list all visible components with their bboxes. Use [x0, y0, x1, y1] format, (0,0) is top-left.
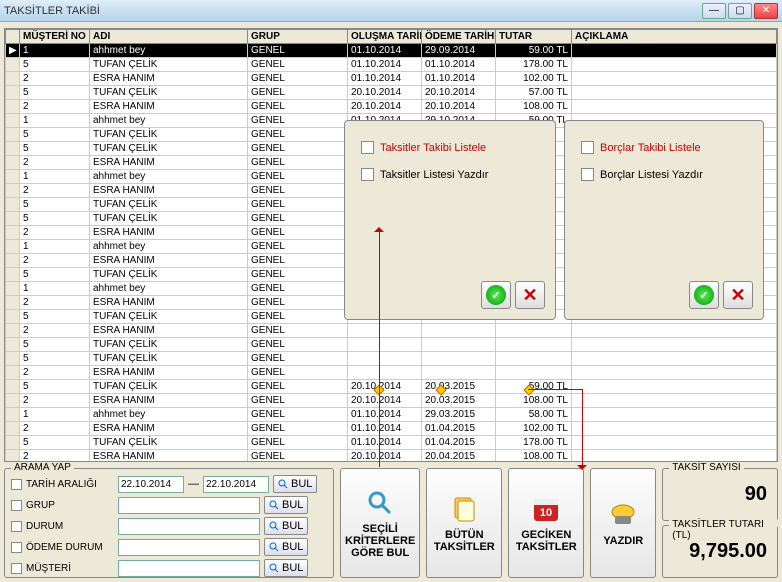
close-button[interactable]: ✕: [754, 3, 778, 19]
date-from-input[interactable]: [118, 476, 184, 493]
total-label: TAKSİTLER TUTARI (TL): [669, 519, 777, 541]
taksit-sayisi-box: TAKSİT SAYISI 90: [662, 468, 778, 521]
minimize-button[interactable]: —: [702, 3, 726, 19]
secili-kriter-button[interactable]: SEÇİLİ KRİTERLERE GÖRE BUL: [340, 468, 420, 578]
durum-label: DURUM: [26, 521, 114, 532]
documents-icon: [448, 493, 480, 525]
bul-durum-button[interactable]: BUL: [264, 517, 308, 535]
print-taksit-dialog: Taksitler Takibi Listele Taksitler Liste…: [344, 120, 556, 320]
date-to-input[interactable]: [203, 476, 269, 493]
odeme-label: ÖDEME DURUM: [26, 542, 114, 553]
titlebar: TAKSİTLER TAKİBİ — ▢ ✕: [0, 0, 782, 22]
search-panel: ARAMA YAP TARİH ARALIĞI — BUL GRUP BUL D…: [4, 468, 334, 578]
col-header[interactable]: TUTAR: [496, 30, 572, 44]
option-borc-yazdir[interactable]: Borçlar Listesi Yazdır: [581, 168, 747, 181]
table-row[interactable]: 5TUFAN ÇELİKGENEL20.10.201420.10.201457.…: [6, 86, 777, 100]
total-value: 9,795.00: [689, 540, 767, 563]
annotation-arrow-icon: [374, 222, 384, 232]
butun-taksitler-button[interactable]: BÜTÜN TAKSİTLER: [426, 468, 502, 578]
table-row[interactable]: 5TUFAN ÇELİKGENEL: [6, 338, 777, 352]
window-title: TAKSİTLER TAKİBİ: [4, 5, 702, 17]
ok-button[interactable]: ✓: [481, 281, 511, 309]
search-panel-title: ARAMA YAP: [11, 462, 74, 473]
count-value: 90: [745, 483, 767, 506]
option-taksit-listele[interactable]: Taksitler Takibi Listele: [361, 141, 539, 154]
table-row[interactable]: 2ESRA HANIMGENEL01.10.201401.04.2015102.…: [6, 422, 777, 436]
taksit-tutari-box: TAKSİTLER TUTARI (TL) 9,795.00: [662, 525, 778, 578]
table-row[interactable]: 5TUFAN ÇELİKGENEL01.10.201401.04.2015178…: [6, 436, 777, 450]
table-row[interactable]: ▶1ahhmet beyGENEL01.10.201429.09.201459.…: [6, 44, 777, 58]
geciken-taksitler-button[interactable]: 10 GECİKEN TAKSİTLER: [508, 468, 584, 578]
table-row[interactable]: 2ESRA HANIMGENEL: [6, 366, 777, 380]
col-header[interactable]: MÜŞTERİ NO: [20, 30, 90, 44]
calendar-icon: 10: [530, 493, 562, 525]
table-row[interactable]: 2ESRA HANIMGENEL: [6, 324, 777, 338]
col-header[interactable]: OLUŞMA TARİHİ: [348, 30, 422, 44]
search-icon: [269, 563, 279, 573]
grup-label: GRUP: [26, 500, 114, 511]
search-icon: [269, 521, 279, 531]
table-row[interactable]: 5TUFAN ÇELİKGENEL: [6, 352, 777, 366]
checkbox-durum[interactable]: [11, 521, 22, 532]
yazdir-button[interactable]: YAZDIR: [590, 468, 656, 578]
search-icon: [269, 500, 279, 510]
grup-combo[interactable]: [118, 497, 260, 514]
table-row[interactable]: 5TUFAN ÇELİKGENEL20.10.201420.03.201559.…: [6, 380, 777, 394]
bul-odeme-button[interactable]: BUL: [264, 538, 308, 556]
bul-musteri-button[interactable]: BUL: [264, 559, 308, 577]
musteri-label: MÜŞTERİ: [26, 563, 114, 574]
cancel-button[interactable]: ✕: [515, 281, 545, 309]
cancel-button[interactable]: ✕: [723, 281, 753, 309]
checkbox-date[interactable]: [11, 479, 22, 490]
col-header[interactable]: ÖDEME TARİHİ: [422, 30, 496, 44]
checkbox-odeme[interactable]: [11, 542, 22, 553]
table-row[interactable]: 2ESRA HANIMGENEL20.10.201420.10.2014108.…: [6, 100, 777, 114]
checkbox-icon[interactable]: [361, 168, 374, 181]
table-row[interactable]: 1ahhmet beyGENEL01.10.201429.03.201558.0…: [6, 408, 777, 422]
search-icon: [269, 542, 279, 552]
ok-button[interactable]: ✓: [689, 281, 719, 309]
print-borc-dialog: Borçlar Takibi Listele Borçlar Listesi Y…: [564, 120, 764, 320]
option-borc-listele[interactable]: Borçlar Takibi Listele: [581, 141, 747, 154]
maximize-button[interactable]: ▢: [728, 3, 752, 19]
col-header[interactable]: GRUP: [248, 30, 348, 44]
durum-combo[interactable]: [118, 518, 260, 535]
x-icon: ✕: [730, 285, 745, 306]
checkbox-musteri[interactable]: [11, 563, 22, 574]
option-taksit-yazdir[interactable]: Taksitler Listesi Yazdır: [361, 168, 539, 181]
col-header[interactable]: ADI: [90, 30, 248, 44]
check-icon: ✓: [694, 285, 714, 305]
search-icon: [278, 479, 288, 489]
search-icon: [364, 487, 396, 519]
col-header[interactable]: AÇIKLAMA: [572, 30, 777, 44]
musteri-input[interactable]: [118, 560, 260, 577]
bul-date-button[interactable]: BUL: [273, 475, 317, 493]
x-icon: ✕: [522, 285, 537, 306]
checkbox-icon[interactable]: [581, 168, 594, 181]
checkbox-grup[interactable]: [11, 500, 22, 511]
annotation-arrow-icon: [577, 465, 587, 475]
annotation-line: [379, 229, 380, 467]
printer-icon: [607, 499, 639, 531]
check-icon: ✓: [486, 285, 506, 305]
annotation-line: [528, 389, 582, 390]
table-row[interactable]: 2ESRA HANIMGENEL01.10.201401.10.2014102.…: [6, 72, 777, 86]
checkbox-icon[interactable]: [361, 141, 374, 154]
svg-text:10: 10: [540, 507, 552, 519]
checkbox-icon[interactable]: [581, 141, 594, 154]
annotation-line: [582, 389, 583, 467]
bul-grup-button[interactable]: BUL: [264, 496, 308, 514]
count-label: TAKSİT SAYISI: [669, 462, 743, 473]
table-row[interactable]: 2ESRA HANIMGENEL20.10.201420.04.2015108.…: [6, 450, 777, 463]
table-row[interactable]: 5TUFAN ÇELİKGENEL01.10.201401.10.2014178…: [6, 58, 777, 72]
table-row[interactable]: 2ESRA HANIMGENEL20.10.201420.03.2015108.…: [6, 394, 777, 408]
odeme-combo[interactable]: [118, 539, 260, 556]
date-range-label: TARİH ARALIĞI: [26, 479, 114, 490]
